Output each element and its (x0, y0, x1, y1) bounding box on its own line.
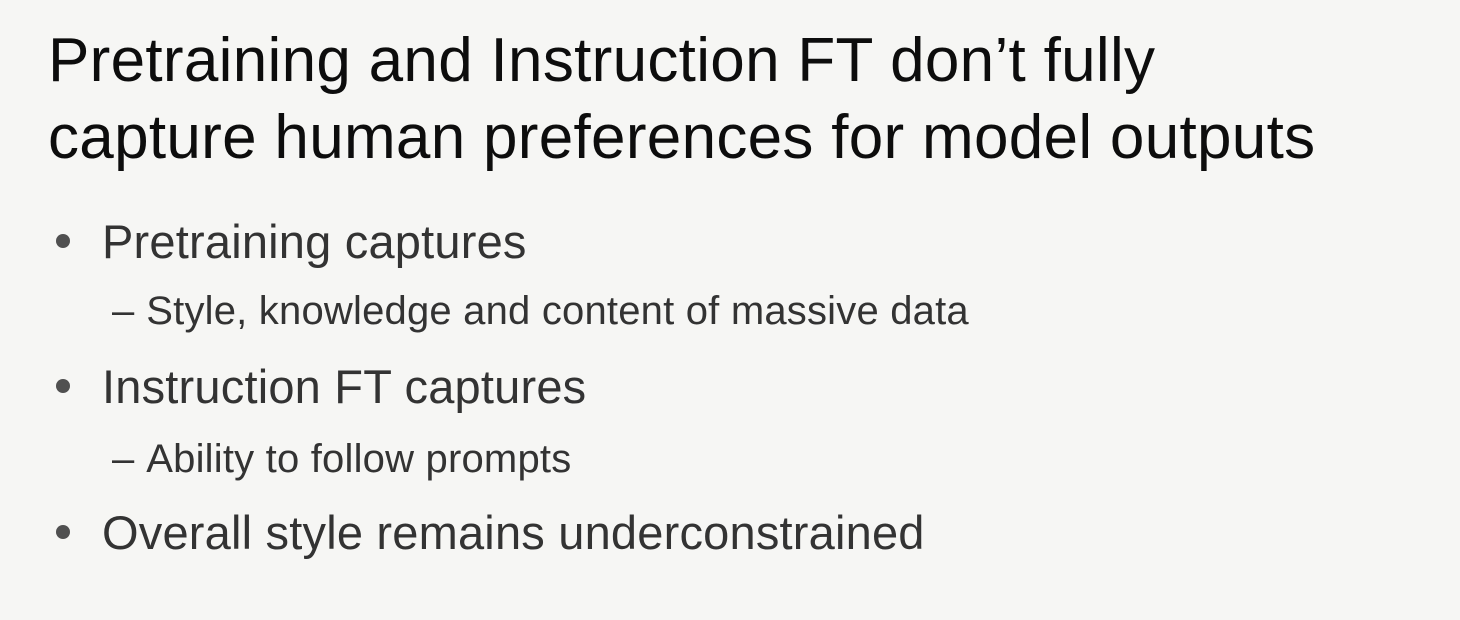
bullet-item: Instruction FT captures (50, 358, 586, 414)
bullet-item: Pretraining captures (50, 213, 527, 269)
sub-bullet-item: – Style, knowledge and content of massiv… (112, 286, 969, 336)
sub-bullet-text: Style, knowledge and content of massive … (146, 288, 969, 333)
bullet-text: Overall style remains underconstrained (102, 505, 925, 559)
bullet-dot-icon (56, 525, 70, 539)
dash-icon: – (112, 288, 135, 333)
bullet-text: Instruction FT captures (102, 359, 587, 413)
dash-icon: – (112, 436, 135, 481)
bullet-list: Pretraining captures – Style, knowledge … (0, 0, 1460, 620)
bullet-text: Pretraining captures (102, 214, 527, 268)
sub-bullet-text: Ability to follow prompts (146, 436, 572, 481)
bullet-item: Overall style remains underconstrained (50, 504, 925, 560)
bullet-dot-icon (56, 234, 70, 248)
bullet-dot-icon (56, 379, 70, 393)
sub-bullet-item: – Ability to follow prompts (112, 434, 571, 484)
slide: Pretraining and Instruction FT don’t ful… (0, 0, 1460, 620)
